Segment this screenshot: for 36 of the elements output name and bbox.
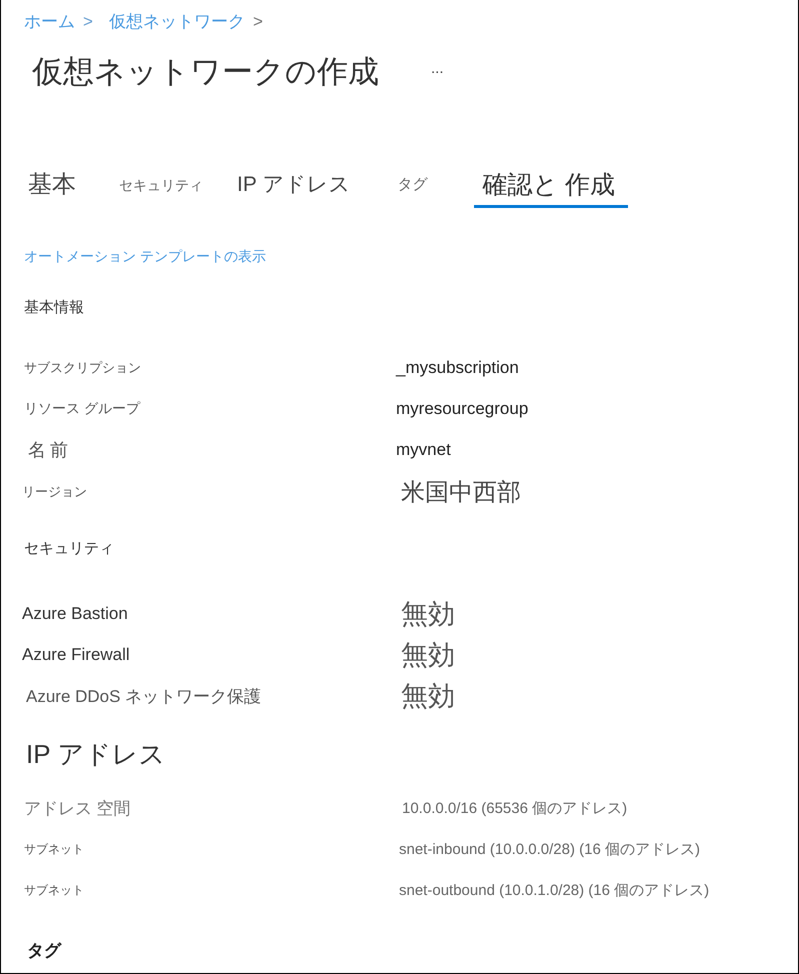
field-value: myresourcegroup <box>396 399 528 419</box>
breadcrumb-separator: > <box>83 11 93 33</box>
tab[interactable]: タグ <box>389 170 436 208</box>
field-value: _mysubscription <box>396 358 519 378</box>
field-value: 無効 <box>401 598 455 631</box>
breadcrumb-link[interactable]: ホーム <box>24 10 75 34</box>
more-button[interactable]: ... <box>427 59 448 79</box>
field-label: Azure Bastion <box>22 604 128 624</box>
tab[interactable]: 基本 <box>20 170 84 208</box>
field-label: リソース グループ <box>24 400 140 418</box>
field-value: snet-inbound (10.0.0.0/28) (16 個のアドレス) <box>399 840 700 858</box>
field-label: リージョン <box>22 483 87 501</box>
section-heading: IP アドレス <box>25 738 166 771</box>
tab[interactable]: IP アドレス <box>229 170 358 208</box>
automation-template-link[interactable]: オートメーション テンプレートの表示 <box>24 248 266 264</box>
breadcrumb-link[interactable]: 仮想ネットワーク <box>108 10 245 34</box>
field-value: 無効 <box>401 639 455 672</box>
field-label: サブネット <box>24 840 84 858</box>
section-heading: セキュリティ <box>24 539 114 559</box>
field-value: 10.0.0.0/16 (65536 個のアドレス) <box>402 798 628 818</box>
tab[interactable]: セキュリティ <box>111 170 211 208</box>
field-value: 米国中西部 <box>401 478 521 508</box>
field-label: Azure Firewall <box>22 645 130 665</box>
page-title: 仮想ネットワークの作成 <box>32 53 379 91</box>
field-label: サブネット <box>24 882 84 898</box>
section-heading: 基本情報 <box>24 298 84 318</box>
field-value: myvnet <box>396 440 451 460</box>
field-label: サブスクリプション <box>24 359 141 377</box>
section-heading: タグ <box>26 940 61 962</box>
field-label: Azure DDoS ネットワーク保護 <box>26 686 262 708</box>
field-value: 無効 <box>401 680 455 713</box>
tab[interactable]: 確認と 作成 <box>474 170 628 208</box>
breadcrumb-separator: > <box>252 11 263 33</box>
field-label: アドレス 空間 <box>24 798 131 820</box>
field-value: snet-outbound (10.0.1.0/28) (16 個のアドレス) <box>399 880 710 900</box>
field-label: 名前 <box>28 439 72 462</box>
